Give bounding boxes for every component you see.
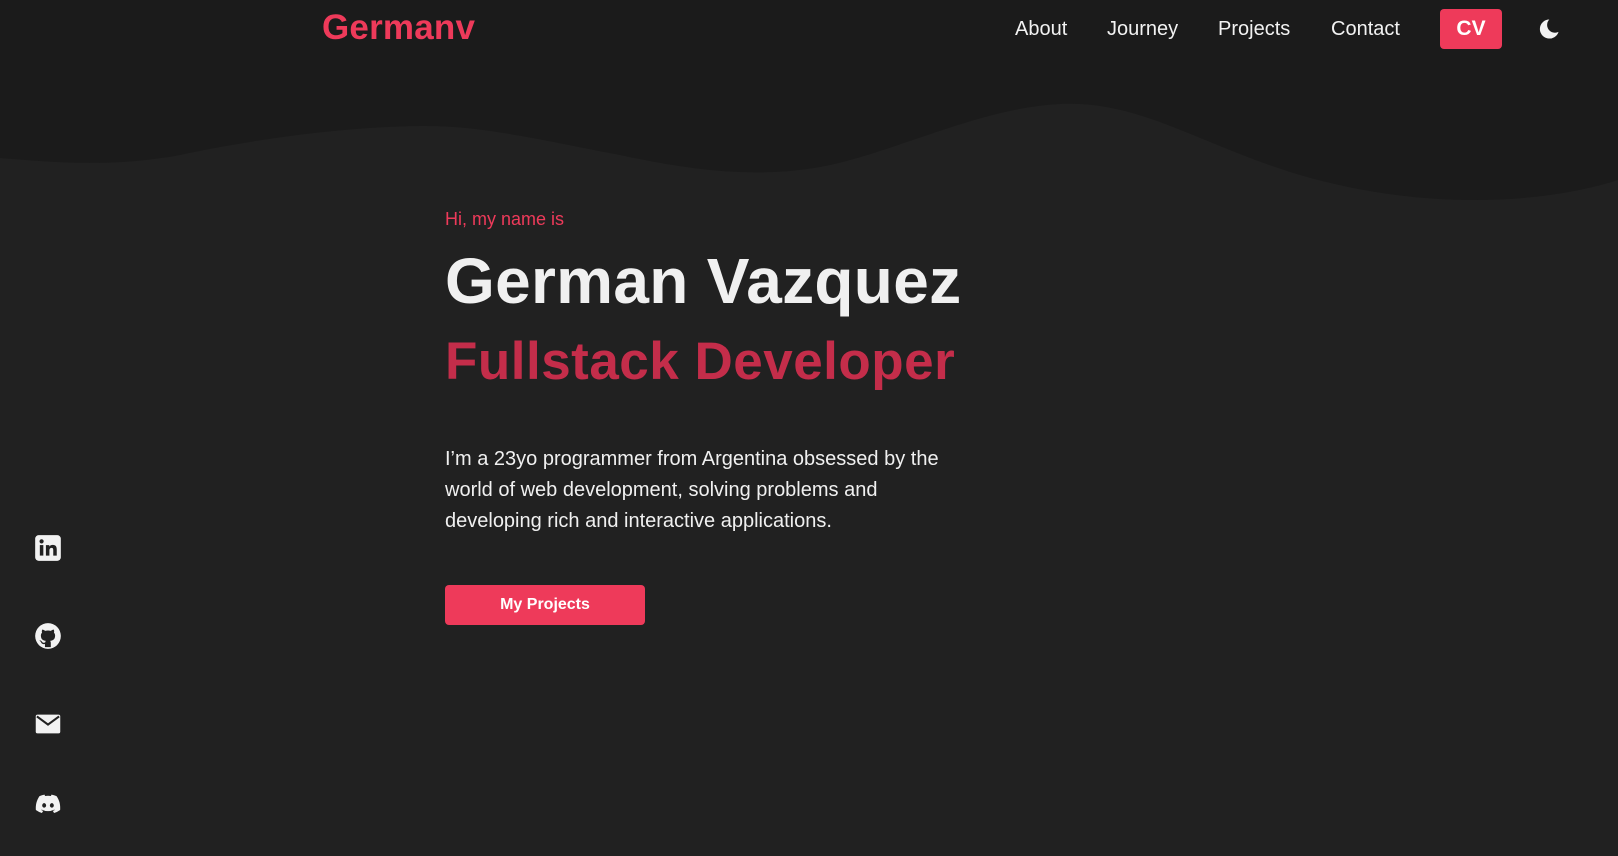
theme-toggle-button[interactable] <box>1536 16 1562 42</box>
hero-greeting: Hi, my name is <box>445 209 565 229</box>
hero-name: German Vazquez <box>445 245 962 317</box>
nav-link-about[interactable]: About <box>1015 17 1067 41</box>
email-link[interactable] <box>34 710 62 738</box>
linkedin-link[interactable] <box>34 534 62 562</box>
hero-role: Fullstack Developer <box>445 332 956 391</box>
github-link[interactable] <box>34 622 62 650</box>
hero-bio: I’m a 23yo programmer from Argentina obs… <box>445 448 939 532</box>
github-icon <box>35 623 61 649</box>
nav-link-projects[interactable]: Projects <box>1218 17 1290 41</box>
nav-links: About Journey Projects Contact <box>0 17 1618 41</box>
linkedin-icon <box>35 535 61 561</box>
email-icon <box>35 714 61 734</box>
navbar: Germanv About Journey Projects Contact C… <box>0 0 1618 58</box>
my-projects-button[interactable]: My Projects <box>445 585 645 625</box>
nav-link-contact[interactable]: Contact <box>1331 17 1400 41</box>
discord-link[interactable] <box>34 790 62 818</box>
discord-icon <box>35 794 61 813</box>
cv-button[interactable]: CV <box>1440 9 1502 49</box>
nav-link-journey[interactable]: Journey <box>1107 17 1178 41</box>
page: Germanv About Journey Projects Contact C… <box>0 0 1618 856</box>
moon-icon <box>1539 19 1559 39</box>
